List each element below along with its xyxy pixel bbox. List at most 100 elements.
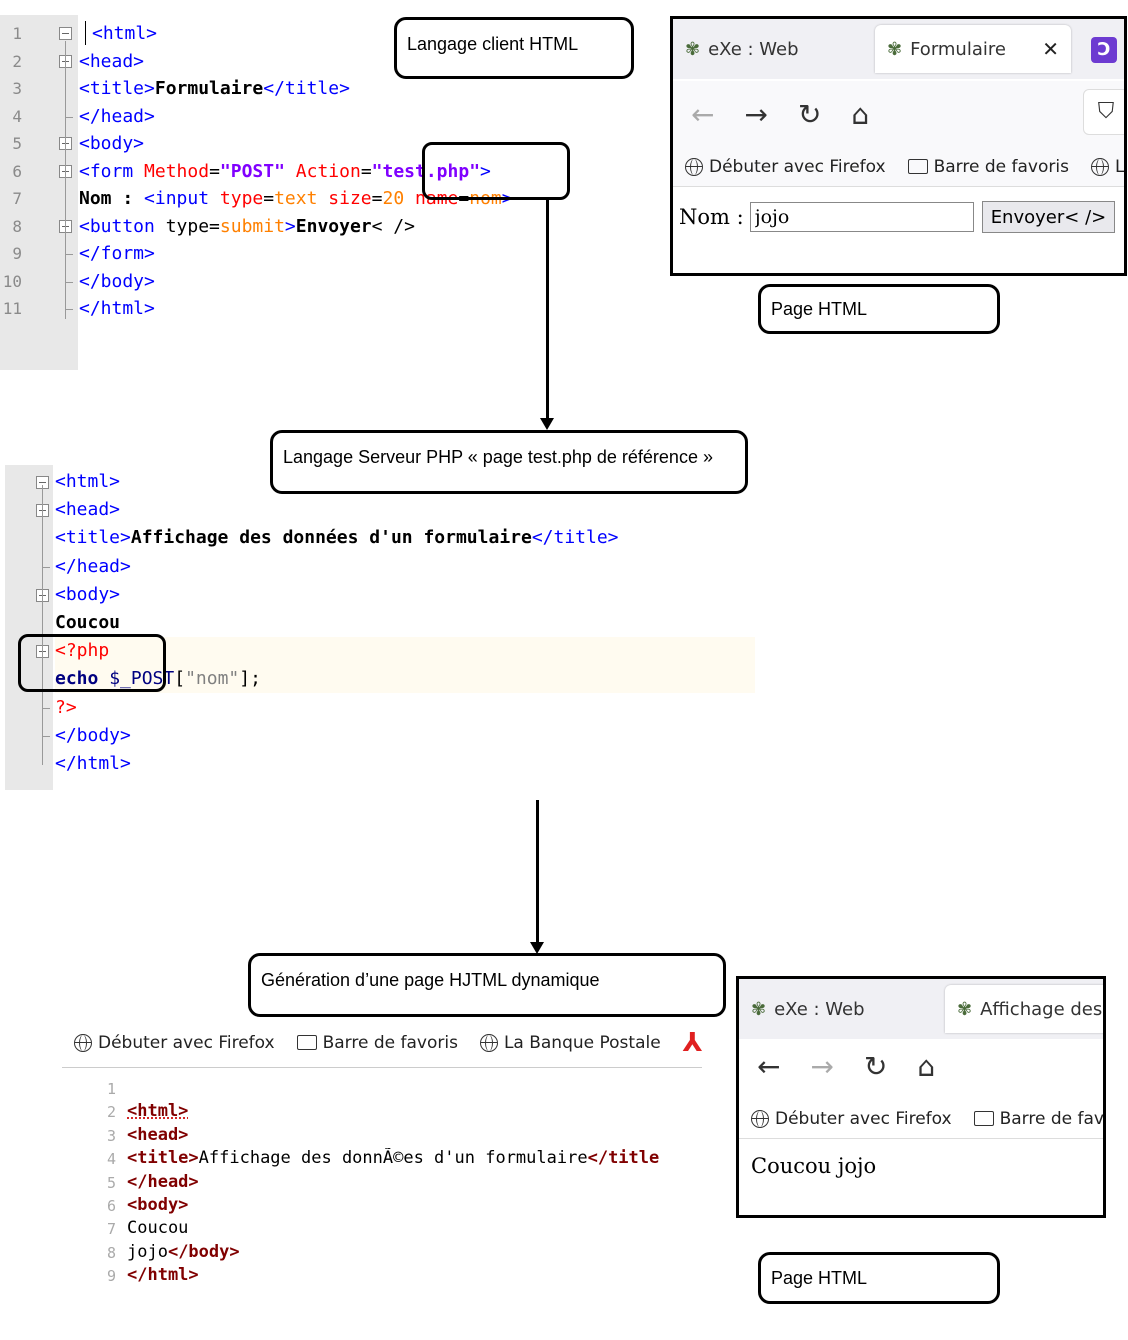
line-number: 4 [106, 1150, 116, 1169]
line-number: 2 [12, 51, 22, 71]
code-line: <html> [55, 471, 121, 492]
tab-label: Affichage des [980, 998, 1103, 1020]
code-line: Coucou [55, 612, 121, 633]
exe-logo-icon: ✾ [887, 38, 903, 60]
tab-label: eXe : Web [708, 38, 799, 60]
nav-toolbar: ← → ↻ ⌂ ⛉ [673, 81, 1124, 147]
fold-guide [65, 116, 73, 118]
source-line: </html> [127, 1265, 199, 1286]
close-icon[interactable]: ✕ [1042, 37, 1059, 61]
bookmark-label: La [1114, 156, 1125, 177]
source-line: Coucou [127, 1218, 189, 1239]
code-line: <head> [79, 50, 145, 72]
label-client-html: Langage client HTML [394, 17, 634, 79]
line-number: 8 [106, 1243, 116, 1262]
code-line: <title>Affichage des données d'un formul… [55, 527, 619, 549]
acrobat-icon[interactable]: ⅄ [683, 1028, 703, 1058]
source-line: </head> [127, 1171, 199, 1192]
globe-icon [751, 1109, 769, 1128]
code-line: <body> [79, 133, 145, 154]
label-generation: Génération d’une page HJTML dynamique [248, 953, 726, 1017]
label-page-html-2: Page HTML [758, 1252, 1000, 1304]
shield-icon[interactable]: ⛉ [1083, 89, 1124, 135]
nom-input[interactable] [749, 202, 974, 232]
exe-logo-icon: ✾ [685, 38, 701, 60]
bookmark-banque[interactable]: La Banque Postale [479, 1033, 661, 1053]
folder-icon [296, 1035, 317, 1050]
fold-guide [65, 309, 73, 310]
globe-icon [1090, 157, 1109, 176]
fold-guide [42, 566, 50, 568]
tab-affichage[interactable]: ✾ Affichage des [945, 985, 1103, 1033]
fold-toggle-icon[interactable] [59, 27, 72, 40]
forward-arrow-icon[interactable]: → [810, 1050, 833, 1083]
line-number: 7 [12, 189, 22, 208]
bookmark-la[interactable]: La [1090, 156, 1125, 177]
line-number: 1 [106, 1080, 116, 1098]
nom-label: Nom : [679, 205, 744, 229]
bookmark-label: Barre de fav [999, 1108, 1104, 1129]
browser-window-form: ✾ eXe : Web ✾ Formulaire ✕ Ↄ ← → ↻ ⌂ ⛉ Déb… [670, 16, 1127, 276]
fold-guide [65, 254, 73, 255]
line-number: 10 [2, 271, 22, 291]
label-server-php: Langage Serveur PHP « page test.php de r… [270, 430, 748, 494]
page-content: Nom : Envoyer< /> [679, 201, 1116, 233]
extension-icon[interactable]: Ↄ [1091, 37, 1117, 63]
tab-exe-web[interactable]: ✾ eXe : Web [739, 985, 943, 1033]
forward-arrow-icon[interactable]: → [744, 98, 767, 131]
source-line: jojo</body> [127, 1241, 240, 1262]
line-number: 3 [106, 1126, 116, 1145]
line-number: 1 [12, 24, 22, 43]
page-content-text: Coucou jojo [751, 1154, 877, 1178]
line-number: 3 [12, 79, 22, 98]
code-line: <head> [55, 499, 121, 521]
fold-guide [65, 281, 73, 283]
php-tag-highlight-box [18, 634, 166, 692]
envoyer-button[interactable]: Envoyer< /> [981, 201, 1116, 233]
back-arrow-icon[interactable]: ← [757, 1050, 780, 1083]
bookmark-label: Débuter avec Firefox [98, 1032, 275, 1053]
line-number: 5 [106, 1173, 116, 1192]
folder-icon [973, 1111, 994, 1126]
line-number: 9 [106, 1267, 116, 1286]
code-line: </html> [79, 298, 155, 319]
source-line: <head> [127, 1124, 189, 1145]
tab-bar: ✾ eXe : Web ✾ Affichage des [739, 979, 1103, 1039]
tab-label: Formulaire [910, 38, 1006, 60]
line-number: 4 [12, 106, 22, 126]
bookmarks-toolbar: Débuter avec Firefox Barre de favoris La… [62, 1018, 702, 1068]
line-number: 8 [12, 216, 22, 236]
browser-window-result: ✾ eXe : Web ✾ Affichage des ← → ↻ ⌂ Débute… [736, 976, 1106, 1218]
source-line: <title>Affichage des donnÃ©es d'un formu… [127, 1148, 660, 1169]
bookmark-label: Débuter avec Firefox [775, 1108, 952, 1129]
reload-icon[interactable]: ↻ [798, 98, 821, 131]
bookmarks-toolbar: Débuter avec Firefox Barre de fav [739, 1099, 1103, 1139]
home-icon[interactable]: ⌂ [917, 1050, 935, 1083]
tab-exe-web[interactable]: ✾ eXe : Web [673, 25, 873, 73]
bookmark-favoris[interactable]: Barre de favoris [907, 157, 1069, 177]
bookmark-debuter[interactable]: Débuter avec Firefox [751, 1109, 952, 1129]
fold-guide [42, 735, 50, 737]
line-number: 6 [12, 161, 22, 181]
code-line: <button type=submit>Envoyer< /> [79, 215, 415, 237]
bookmark-debuter[interactable]: Débuter avec Firefox [685, 157, 886, 177]
bookmark-favoris[interactable]: Barre de fav [973, 1108, 1104, 1129]
arrow-form-to-php [546, 200, 549, 418]
fold-guide [65, 41, 66, 319]
code-line: </form> [79, 243, 155, 264]
line-number: 6 [106, 1197, 116, 1215]
globe-icon [74, 1033, 92, 1052]
globe-icon [479, 1033, 498, 1052]
back-arrow-icon[interactable]: ← [691, 98, 714, 131]
source-line: <html> [127, 1101, 189, 1122]
line-number: 7 [106, 1220, 116, 1239]
tab-bar: ✾ eXe : Web ✾ Formulaire ✕ Ↄ [673, 19, 1124, 79]
bookmark-favoris[interactable]: Barre de favoris [296, 1033, 458, 1053]
home-icon[interactable]: ⌂ [851, 98, 869, 131]
bookmark-debuter[interactable]: Débuter avec Firefox [74, 1033, 275, 1053]
label-page-html-1: Page HTML [758, 284, 1000, 334]
tab-formulaire[interactable]: ✾ Formulaire ✕ [875, 25, 1071, 73]
code-line: <body> [55, 583, 121, 605]
fold-guide [42, 485, 43, 765]
reload-icon[interactable]: ↻ [864, 1050, 887, 1083]
